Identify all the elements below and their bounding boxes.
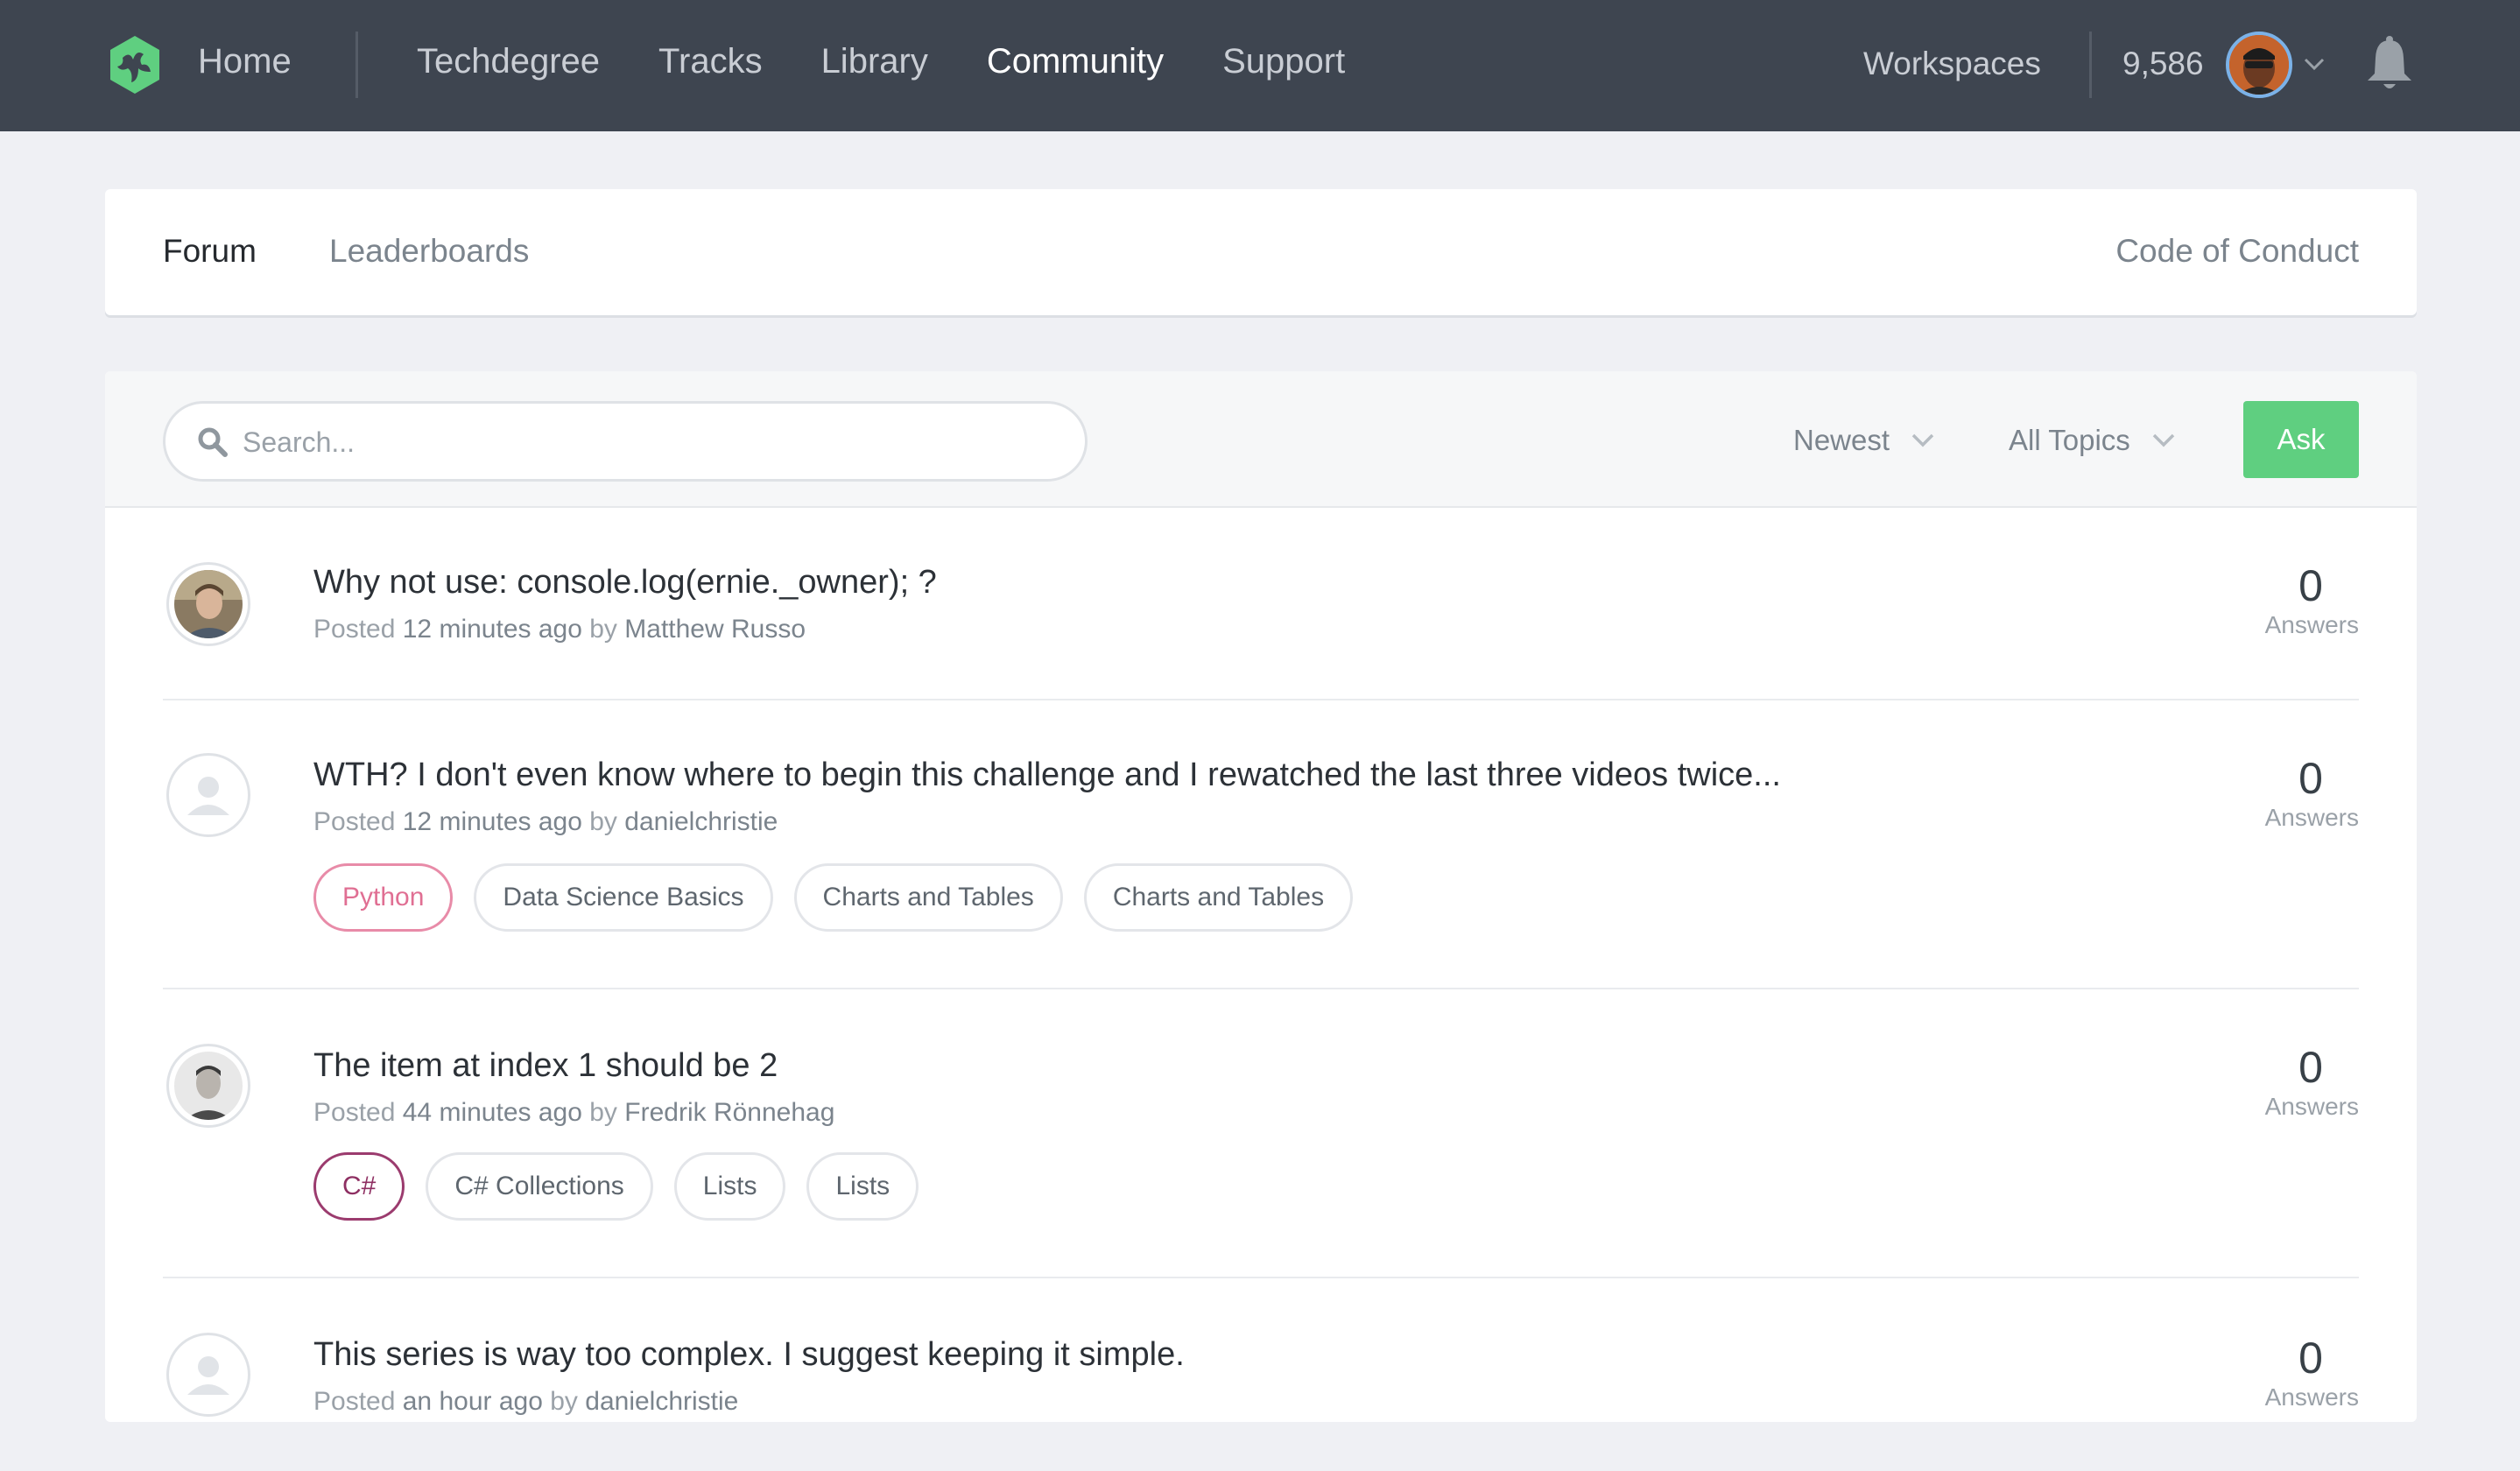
topics-dropdown-label: All Topics bbox=[2009, 424, 2130, 456]
tag-stage[interactable]: Lists bbox=[673, 1152, 786, 1221]
answer-count-value: 0 bbox=[2298, 754, 2323, 803]
by-label: by bbox=[589, 1098, 617, 1127]
list-item: WTH? I don't even know where to begin th… bbox=[163, 700, 2359, 989]
forum-panel: Newest All Topics Ask Why not use: conso… bbox=[105, 371, 2417, 1422]
answer-count-value: 0 bbox=[2298, 1043, 2323, 1092]
list-item: Why not use: console.log(ernie._owner); … bbox=[163, 508, 2359, 700]
post-time: 44 minutes ago bbox=[402, 1098, 582, 1127]
post-meta: Posted 44 minutes ago by Fredrik Rönneha… bbox=[313, 1098, 834, 1128]
avatar[interactable] bbox=[166, 1333, 250, 1417]
nav-divider bbox=[2089, 32, 2092, 98]
avatar-image bbox=[174, 570, 243, 638]
avatar[interactable] bbox=[166, 1044, 250, 1128]
tag-video[interactable]: Charts and Tables bbox=[1083, 863, 1354, 932]
code-of-conduct-link[interactable]: Code of Conduct bbox=[2115, 233, 2359, 270]
avatar[interactable] bbox=[166, 562, 250, 646]
nav-workspaces-link[interactable]: Workspaces bbox=[1863, 46, 2041, 82]
post-title[interactable]: The item at index 1 should be 2 bbox=[313, 1047, 778, 1085]
answer-count-value: 0 bbox=[2298, 561, 2323, 610]
post-author[interactable]: Fredrik Rönnehag bbox=[624, 1098, 834, 1127]
post-time: 12 minutes ago bbox=[402, 615, 582, 644]
tag-course[interactable]: C# Collections bbox=[426, 1152, 653, 1221]
nav-link-tracks[interactable]: Tracks bbox=[658, 42, 763, 81]
ask-button[interactable]: Ask bbox=[2243, 401, 2359, 478]
sort-dropdown-label: Newest bbox=[1793, 424, 1890, 456]
forum-toolbar: Newest All Topics Ask bbox=[105, 371, 2417, 508]
tag-csharp[interactable]: C# bbox=[313, 1152, 405, 1221]
avatar[interactable] bbox=[166, 753, 250, 837]
nav-divider bbox=[355, 32, 358, 98]
post-time: 12 minutes ago bbox=[402, 807, 582, 836]
answer-count-label: Answers bbox=[2264, 1093, 2359, 1120]
posted-label: Posted bbox=[313, 1098, 396, 1127]
list-item: This series is way too complex. I sugges… bbox=[163, 1278, 2359, 1471]
default-avatar-icon bbox=[174, 1341, 243, 1409]
nav-link-techdegree[interactable]: Techdegree bbox=[417, 42, 600, 81]
tab-forum[interactable]: Forum bbox=[163, 233, 257, 270]
sort-dropdown[interactable]: Newest bbox=[1793, 424, 1935, 457]
by-label: by bbox=[550, 1387, 578, 1416]
post-meta: Posted 12 minutes ago by danielchristie bbox=[313, 807, 778, 837]
answer-count: 0 Answers bbox=[2254, 560, 2359, 639]
user-points: 9,586 bbox=[2122, 46, 2204, 81]
tab-leaderboards[interactable]: Leaderboards bbox=[329, 233, 529, 270]
nav-links: Techdegree Tracks Library Community Supp… bbox=[417, 42, 1404, 81]
post-author[interactable]: danielchristie bbox=[624, 807, 778, 836]
tag-course[interactable]: Data Science Basics bbox=[474, 863, 773, 932]
answer-count-label: Answers bbox=[2264, 611, 2359, 638]
post-title[interactable]: This series is way too complex. I sugges… bbox=[313, 1336, 1185, 1374]
tag-stage[interactable]: Charts and Tables bbox=[793, 863, 1063, 932]
chevron-down-icon bbox=[1911, 433, 1934, 447]
search-icon bbox=[198, 427, 228, 457]
community-subnav: Forum Leaderboards Code of Conduct bbox=[105, 189, 2417, 315]
treehouse-logo-icon[interactable] bbox=[103, 33, 166, 96]
posted-label: Posted bbox=[313, 1387, 396, 1416]
tag-video[interactable]: Lists bbox=[806, 1152, 919, 1221]
avatar-image bbox=[174, 1052, 243, 1120]
chevron-down-icon bbox=[2152, 433, 2175, 447]
answer-count: 0 Answers bbox=[2254, 753, 2359, 832]
list-item: The item at index 1 should be 2 Posted 4… bbox=[163, 989, 2359, 1278]
nav-link-support[interactable]: Support bbox=[1222, 42, 1345, 81]
post-meta: Posted an hour ago by danielchristie bbox=[313, 1387, 738, 1417]
answer-count-value: 0 bbox=[2298, 1334, 2323, 1383]
by-label: by bbox=[589, 807, 617, 836]
nav-link-community[interactable]: Community bbox=[987, 42, 1164, 81]
nav-link-library[interactable]: Library bbox=[821, 42, 928, 81]
answer-count: 0 Answers bbox=[2254, 1042, 2359, 1121]
search-input[interactable] bbox=[243, 419, 1031, 465]
post-tags: Python Data Science Basics Charts and Ta… bbox=[313, 863, 1374, 932]
post-author[interactable]: Matthew Russo bbox=[624, 615, 806, 644]
post-title[interactable]: WTH? I don't even know where to begin th… bbox=[313, 757, 1781, 794]
tag-python[interactable]: Python bbox=[313, 863, 454, 932]
user-avatar-image bbox=[2229, 35, 2289, 95]
default-avatar-icon bbox=[174, 761, 243, 829]
chevron-down-icon[interactable] bbox=[2301, 51, 2327, 77]
search-box bbox=[163, 401, 1088, 482]
topics-dropdown[interactable]: All Topics bbox=[2009, 424, 2176, 457]
answer-count-label: Answers bbox=[2264, 804, 2359, 831]
post-title[interactable]: Why not use: console.log(ernie._owner); … bbox=[313, 564, 937, 602]
posted-label: Posted bbox=[313, 615, 396, 644]
answer-count: 0 Answers bbox=[2254, 1333, 2359, 1411]
user-avatar[interactable] bbox=[2226, 32, 2292, 98]
bell-icon[interactable] bbox=[2362, 35, 2417, 93]
post-time: an hour ago bbox=[402, 1387, 543, 1416]
posted-label: Posted bbox=[313, 807, 396, 836]
answer-count-label: Answers bbox=[2264, 1383, 2359, 1411]
post-author[interactable]: danielchristie bbox=[585, 1387, 738, 1416]
top-navigation-bar: Home Techdegree Tracks Library Community… bbox=[0, 0, 2520, 131]
post-meta: Posted 12 minutes ago by Matthew Russo bbox=[313, 615, 806, 644]
nav-home-link[interactable]: Home bbox=[198, 42, 292, 81]
by-label: by bbox=[589, 615, 617, 644]
post-tags: C# C# Collections Lists Lists bbox=[313, 1152, 940, 1221]
